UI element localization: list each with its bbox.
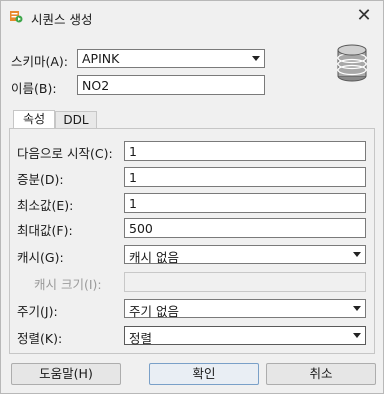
name-label: 이름(B):: [11, 81, 57, 96]
start-value: 1: [129, 144, 137, 159]
increment-value: 1: [129, 170, 137, 185]
increment-label: 증분(D):: [17, 172, 64, 187]
cycle-select[interactable]: 주기 없음: [124, 299, 366, 319]
window-title: 시퀀스 생성: [31, 12, 93, 27]
chevron-down-icon: [353, 333, 361, 338]
name-input[interactable]: NO2: [77, 75, 265, 95]
schema-label: 스키마(A):: [11, 54, 69, 69]
close-icon[interactable]: ✕: [351, 5, 377, 27]
chevron-down-icon: [353, 252, 361, 257]
cache-label: 캐시(G):: [17, 250, 64, 265]
order-select[interactable]: 정렬: [124, 326, 366, 346]
create-sequence-dialog: 시퀀스 생성 ✕ 스키마(A): APINK 이름(B): NO2 속성 DDL…: [0, 0, 384, 394]
order-label: 정렬(K):: [17, 331, 63, 346]
title-bar: 시퀀스 생성 ✕: [1, 1, 383, 33]
order-value: 정렬: [129, 331, 153, 346]
increment-input[interactable]: 1: [124, 167, 366, 187]
chevron-down-icon: [252, 56, 260, 61]
cycle-value: 주기 없음: [129, 304, 179, 319]
cache-size-label: 캐시 크기(I):: [34, 277, 102, 292]
min-value-label: 최소값(E):: [17, 198, 74, 213]
cancel-button[interactable]: 취소: [266, 363, 376, 385]
schema-value: APINK: [82, 51, 120, 66]
ok-button[interactable]: 확인: [149, 363, 259, 385]
help-button[interactable]: 도움말(H): [11, 363, 121, 385]
min-value-input[interactable]: 1: [124, 193, 366, 213]
max-value: 500: [129, 221, 153, 236]
chevron-down-icon: [353, 306, 361, 311]
cache-size-input[interactable]: [124, 272, 366, 292]
cache-select[interactable]: 캐시 없음: [124, 245, 366, 265]
start-input[interactable]: 1: [124, 141, 366, 161]
database-icon: [337, 44, 367, 82]
schema-select[interactable]: APINK: [77, 49, 265, 68]
tab-ddl[interactable]: DDL: [55, 111, 97, 129]
max-value-input[interactable]: 500: [124, 218, 366, 238]
min-value: 1: [129, 196, 137, 211]
cache-value: 캐시 없음: [129, 250, 179, 265]
cycle-label: 주기(J):: [17, 304, 58, 319]
max-value-label: 최대값(F):: [17, 223, 73, 238]
tab-properties[interactable]: 속성: [13, 110, 55, 129]
start-label: 다음으로 시작(C):: [17, 146, 113, 161]
app-icon: [10, 11, 23, 23]
name-value: NO2: [82, 78, 110, 93]
